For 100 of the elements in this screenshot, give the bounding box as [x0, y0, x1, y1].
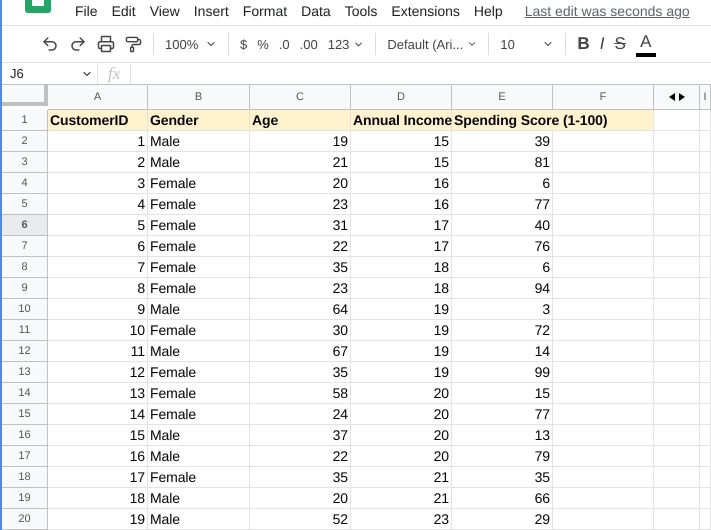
row-header[interactable]: 3 [2, 152, 48, 173]
format-dropdown[interactable]: 123 [322, 30, 370, 58]
table-cell: Female [148, 172, 250, 194]
scroll-left-icon[interactable] [668, 92, 674, 101]
column-header[interactable]: F [553, 84, 654, 110]
table-cell: Female [148, 236, 250, 257]
scroll-right-icon[interactable] [678, 92, 684, 101]
table-cell: 24 [250, 404, 351, 425]
row-header[interactable]: 8 [2, 256, 48, 278]
font-dropdown[interactable]: Default (Ari... [382, 30, 482, 58]
table-cell: 20 [351, 446, 452, 467]
row-header[interactable]: 16 [2, 424, 48, 446]
table-cell: Female [148, 466, 250, 488]
table-cell: 72 [452, 320, 553, 341]
font-size-dropdown[interactable]: 10 [495, 30, 560, 58]
name-box[interactable]: J6 [2, 63, 98, 84]
last-edit-link[interactable]: Last edit was seconds ago [524, 3, 690, 20]
row-header[interactable]: 19 [2, 488, 48, 509]
row-header[interactable]: 9 [2, 278, 48, 299]
column-header[interactable]: B [148, 84, 250, 110]
column-header[interactable]: D [351, 84, 452, 110]
table-cell: 3 [48, 172, 148, 194]
table-cell: Male [148, 340, 250, 362]
menu-item[interactable]: Extensions [391, 3, 460, 20]
table-cell: 16 [351, 172, 452, 194]
column-header[interactable]: I [700, 84, 711, 110]
row-header[interactable]: 18 [2, 466, 48, 488]
menu-item[interactable]: Edit [112, 3, 136, 20]
row-header[interactable]: 2 [2, 130, 48, 152]
table-cell: 4 [48, 194, 148, 215]
table-cell: 23 [250, 278, 351, 299]
table-cell: Female [148, 382, 250, 404]
row-header[interactable]: 14 [2, 382, 48, 404]
table-cell: 3 [452, 298, 553, 320]
table-cell: 2 [48, 152, 148, 173]
menu-item[interactable]: Data [301, 3, 331, 20]
menu-item[interactable]: Format [242, 3, 288, 20]
table-cell: 40 [452, 214, 553, 236]
row-header[interactable]: 20 [2, 508, 48, 530]
column-header[interactable]: C [250, 84, 351, 110]
table-cell: 21 [351, 466, 452, 488]
row-header[interactable]: 5 [2, 194, 48, 215]
column-header[interactable]: E [452, 84, 553, 110]
strikethrough-button[interactable]: S [609, 30, 631, 58]
table-cell: 52 [250, 508, 351, 530]
table-cell: 35 [250, 466, 351, 488]
table-cell: 15 [452, 382, 553, 404]
currency-button[interactable]: $ [235, 30, 252, 58]
percent-button[interactable]: % [252, 30, 274, 58]
text-color-button[interactable]: A [630, 30, 661, 58]
app-logo-icon[interactable] [25, 0, 51, 13]
table-cell: 19 [250, 130, 351, 152]
table-cell: Female [148, 362, 250, 383]
table-cell: 21 [351, 488, 452, 509]
decrease-decimals-button[interactable]: .0 [274, 30, 295, 58]
table-cell: 58 [250, 382, 351, 404]
table-cell: 99 [452, 362, 553, 383]
zoom-dropdown[interactable]: 100% [160, 30, 222, 58]
italic-button[interactable]: I [594, 30, 610, 58]
row-header[interactable]: 15 [2, 404, 48, 425]
table-cell: 13 [452, 424, 553, 446]
increase-decimals-button[interactable]: .00 [294, 30, 323, 58]
row-header[interactable]: 12 [2, 340, 48, 362]
table-cell: 15 [351, 152, 452, 173]
table-cell: 19 [351, 340, 452, 362]
table-cell: Female [148, 278, 250, 299]
row-header[interactable]: 13 [2, 362, 48, 383]
table-cell: 18 [351, 278, 452, 299]
table-cell: 64 [250, 298, 351, 320]
row-header[interactable]: 4 [2, 172, 48, 194]
table-cell: 67 [250, 340, 351, 362]
menu-item[interactable]: File [75, 3, 98, 20]
table-cell: 77 [452, 404, 553, 425]
row-header[interactable]: 11 [2, 320, 48, 341]
table-cell: 13 [48, 382, 148, 404]
table-cell: 20 [351, 382, 452, 404]
table-cell: 14 [452, 340, 553, 362]
table-cell: Gender [148, 110, 250, 131]
row-header[interactable]: 10 [2, 298, 48, 320]
row-header[interactable]: 17 [2, 446, 48, 467]
menu-item[interactable]: View [150, 3, 180, 20]
menu-item[interactable]: Insert [194, 3, 229, 20]
table-cell: 23 [351, 508, 452, 530]
menu-item[interactable]: Tools [344, 3, 378, 20]
table-cell: 7 [48, 256, 148, 278]
table-cell: 94 [452, 278, 553, 299]
table-cell: 23 [250, 194, 351, 215]
bold-button[interactable]: B [572, 30, 595, 58]
select-all-corner[interactable] [2, 84, 48, 106]
menu-item[interactable]: Help [474, 3, 503, 20]
row-header[interactable]: 1 [2, 110, 48, 131]
table-cell: 35 [250, 256, 351, 278]
table-cell: 10 [48, 320, 148, 341]
column-header[interactable]: A [48, 84, 148, 110]
table-cell: Male [148, 298, 250, 320]
row-header[interactable]: 7 [2, 236, 48, 257]
table-cell: 19 [351, 298, 452, 320]
row-header[interactable]: 6 [2, 214, 48, 236]
table-cell: 19 [351, 362, 452, 383]
table-cell: CustomerID [48, 110, 148, 131]
